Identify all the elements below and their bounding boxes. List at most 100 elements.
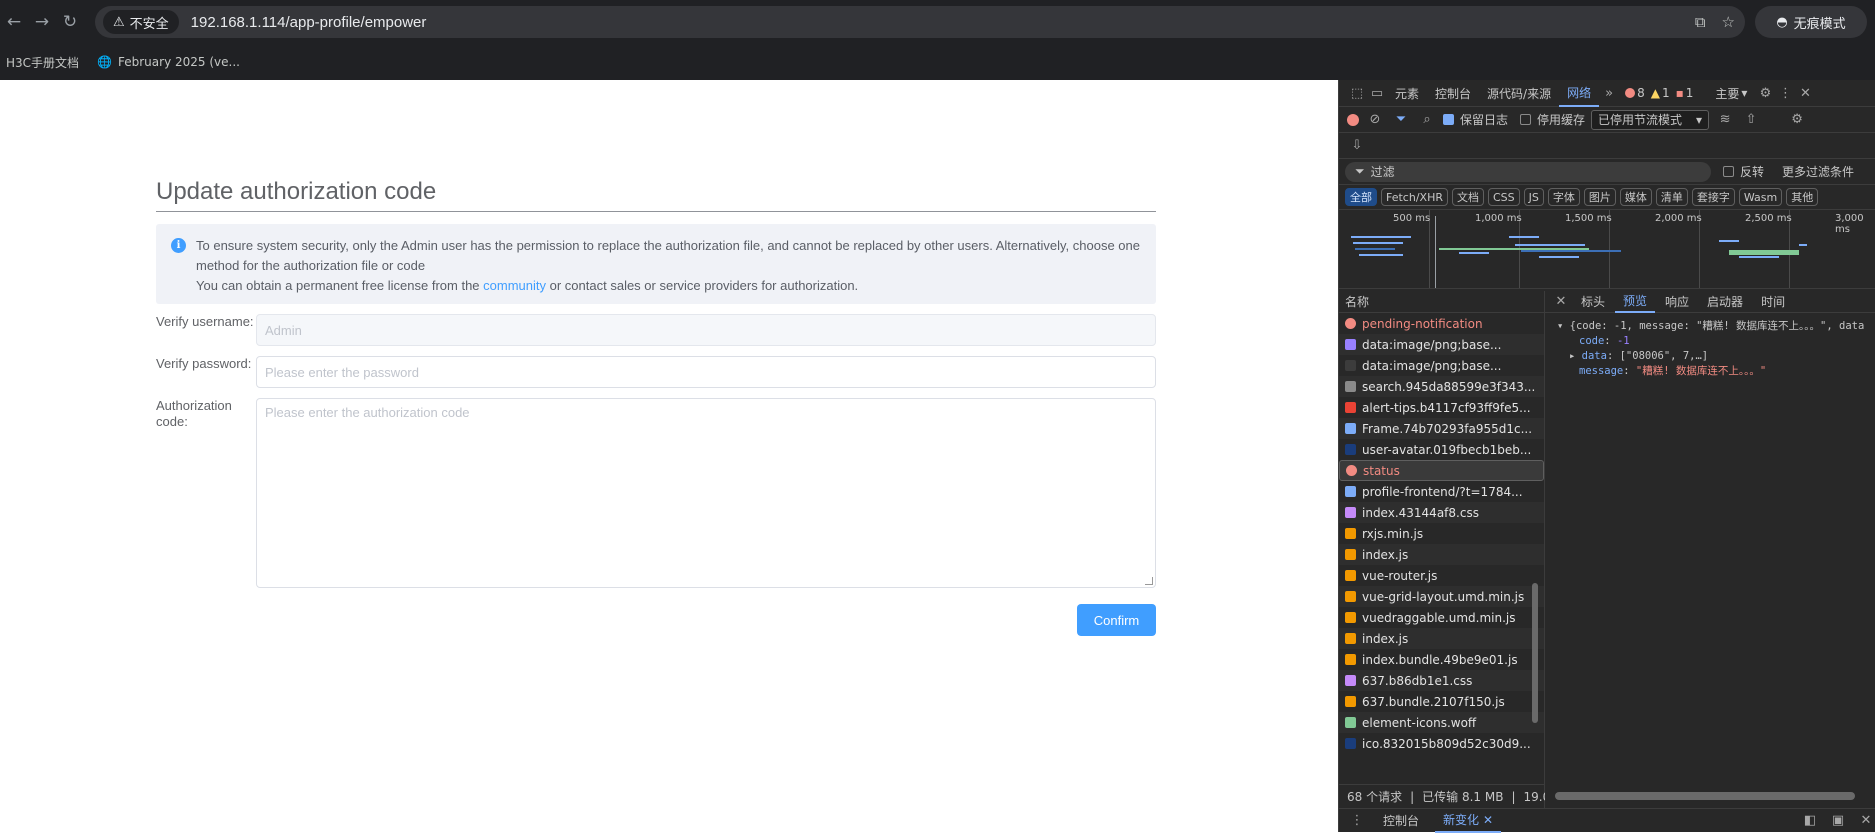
bookmark-star-icon[interactable]: ☆	[1722, 13, 1735, 31]
request-row[interactable]: vue-router.js	[1339, 565, 1544, 586]
tab-network[interactable]: 网络	[1559, 80, 1600, 107]
type-filter-wasm[interactable]: Wasm	[1738, 188, 1783, 206]
request-row[interactable]: profile-frontend/?t=1784...	[1339, 481, 1544, 502]
drawer-tab-console[interactable]: 控制台	[1375, 809, 1427, 833]
request-row[interactable]: 637.b86db1e1.css	[1339, 670, 1544, 691]
request-row[interactable]: rxjs.min.js	[1339, 523, 1544, 544]
settings-icon[interactable]: ⚙	[1787, 110, 1807, 130]
inspect-icon[interactable]: ⬚	[1347, 83, 1367, 103]
record-icon[interactable]	[1347, 113, 1359, 126]
request-row[interactable]: Frame.74b70293fa955d1c...	[1339, 418, 1544, 439]
type-filter-media[interactable]: 媒体	[1619, 188, 1652, 206]
resize-handle-icon[interactable]	[1145, 577, 1153, 585]
type-filter-other[interactable]: 其他	[1786, 188, 1819, 206]
request-row[interactable]: index.bundle.49be9e01.js	[1339, 649, 1544, 670]
timeline-bar	[1539, 256, 1579, 258]
device-toolbar-icon[interactable]: ▭	[1367, 83, 1387, 103]
json-row-data[interactable]: ▸ data: ["08006", 7,…]	[1557, 349, 1875, 364]
error-badge[interactable]: 8	[1625, 86, 1645, 100]
request-row[interactable]: 637.bundle.2107f150.js	[1339, 691, 1544, 712]
request-row[interactable]: alert-tips.b4117cf93ff9fe5...	[1339, 397, 1544, 418]
tab-preview[interactable]: 预览	[1615, 291, 1656, 313]
request-row[interactable]: ico.832015b809d52c30d9...	[1339, 733, 1544, 754]
more-tabs-icon[interactable]: »	[1599, 83, 1619, 103]
kebab-menu-icon[interactable]: ⋮	[1347, 811, 1367, 831]
request-row[interactable]: vue-grid-layout.umd.min.js	[1339, 586, 1544, 607]
tab-headers[interactable]: 标头	[1573, 291, 1613, 313]
tab-elements[interactable]: 元素	[1387, 80, 1427, 107]
forward-icon[interactable]: →	[28, 8, 56, 36]
request-row[interactable]: search.945da88599e3f343...	[1339, 376, 1544, 397]
preview-h-scrollbar[interactable]	[1555, 792, 1855, 800]
back-icon[interactable]: ←	[0, 8, 28, 36]
theme-dropdown[interactable]: 主要 ▾	[1715, 85, 1747, 102]
expand-triangle-icon[interactable]: ▾	[1557, 320, 1563, 332]
type-filter-css[interactable]: CSS	[1487, 188, 1520, 206]
filter-input[interactable]: ⏷ 过滤	[1345, 161, 1711, 182]
type-filter-doc[interactable]: 文档	[1451, 188, 1484, 206]
drawer-tab-changes[interactable]: 新变化 ✕	[1435, 809, 1502, 833]
url-text[interactable]: 192.168.1.114/app-profile/empower	[191, 14, 427, 31]
settings-icon[interactable]: ⚙	[1755, 83, 1775, 103]
info-badge[interactable]: ▪ 1	[1676, 86, 1694, 100]
close-icon[interactable]: ✕	[1795, 83, 1815, 103]
omnibox[interactable]: ⚠ 不安全 192.168.1.114/app-profile/empower …	[95, 6, 1745, 38]
request-row[interactable]: index.43144af8.css	[1339, 502, 1544, 523]
upload-icon[interactable]: ⇧	[1741, 110, 1761, 130]
request-row[interactable]: data:image/png;base...	[1339, 355, 1544, 376]
collapse-triangle-icon[interactable]: ▸	[1569, 350, 1575, 362]
type-filter-manifest[interactable]: 清单	[1655, 188, 1688, 206]
incognito-chip[interactable]: ◓ 无痕模式	[1755, 6, 1867, 38]
request-row[interactable]: user-avatar.019fbecb1beb...	[1339, 439, 1544, 460]
security-chip[interactable]: ⚠ 不安全	[103, 10, 179, 34]
scrollbar-thumb[interactable]	[1532, 583, 1538, 723]
drawer-toggle-icon[interactable]: ▣	[1828, 811, 1848, 831]
tab-timing[interactable]: 时间	[1753, 291, 1793, 313]
request-row[interactable]: status	[1339, 460, 1544, 481]
filter-icon[interactable]: ⏷	[1391, 110, 1411, 130]
request-row[interactable]: index.js	[1339, 628, 1544, 649]
json-root[interactable]: ▾ {code: -1, message: "糟糕! 数据库连不上。。。", d…	[1557, 319, 1875, 334]
close-icon[interactable]: ✕	[1483, 813, 1493, 827]
community-link[interactable]: community	[483, 278, 546, 293]
translate-icon[interactable]: ⧉	[1695, 13, 1706, 31]
more-filters-dropdown[interactable]: 更多过滤条件	[1782, 163, 1854, 180]
tab-sources[interactable]: 源代码/来源	[1479, 80, 1559, 107]
bookmark-item[interactable]: H3C手册文档	[6, 54, 79, 71]
close-icon[interactable]: ✕	[1551, 292, 1571, 312]
type-filter-all[interactable]: 全部	[1345, 188, 1377, 206]
search-icon[interactable]: ⌕	[1417, 110, 1437, 130]
bookmark-item[interactable]: 🌐 February 2025 (ve...	[97, 55, 240, 69]
request-row[interactable]: data:image/png;base...	[1339, 334, 1544, 355]
kebab-menu-icon[interactable]: ⋮	[1775, 83, 1795, 103]
type-filter-fetch[interactable]: Fetch/XHR	[1381, 188, 1448, 206]
request-row[interactable]: index.js	[1339, 544, 1544, 565]
authorization-code-textarea[interactable]: Please enter the authorization code	[256, 398, 1156, 588]
type-filter-js[interactable]: JS	[1523, 188, 1544, 206]
name-column-header[interactable]: 名称	[1345, 293, 1369, 310]
reload-icon[interactable]: ↻	[56, 8, 84, 36]
type-filter-img[interactable]: 图片	[1583, 188, 1616, 206]
network-conditions-icon[interactable]: ≋	[1715, 110, 1735, 130]
clear-icon[interactable]: ⊘	[1365, 110, 1385, 130]
request-row[interactable]: element-icons.woff	[1339, 712, 1544, 733]
throttle-select[interactable]: 已停用节流模式 ▾	[1591, 109, 1710, 130]
request-row[interactable]: vuedraggable.umd.min.js	[1339, 607, 1544, 628]
confirm-button[interactable]: Confirm	[1077, 604, 1156, 636]
disable-cache-checkbox[interactable]	[1520, 114, 1532, 125]
request-row[interactable]: pending-notification	[1339, 313, 1544, 334]
type-filter-socket[interactable]: 套接字	[1691, 188, 1735, 206]
tab-initiator[interactable]: 启动器	[1699, 291, 1751, 313]
type-filter-font[interactable]: 字体	[1547, 188, 1580, 206]
tab-console[interactable]: 控制台	[1427, 80, 1479, 107]
download-icon[interactable]: ⇩	[1347, 136, 1367, 156]
close-icon[interactable]: ✕	[1856, 811, 1875, 831]
warning-badge[interactable]: ▲ 1	[1651, 86, 1670, 100]
request-list-scrollbar[interactable]	[1529, 313, 1541, 783]
network-overview-timeline[interactable]: 500 ms 1,000 ms 1,500 ms 2,000 ms 2,500 …	[1339, 209, 1875, 289]
preserve-log-checkbox[interactable]	[1443, 114, 1454, 125]
password-field[interactable]: Please enter the password	[256, 356, 1156, 388]
invert-checkbox[interactable]	[1723, 166, 1734, 177]
tab-response[interactable]: 响应	[1657, 291, 1697, 313]
dock-icon[interactable]: ◧	[1800, 811, 1820, 831]
